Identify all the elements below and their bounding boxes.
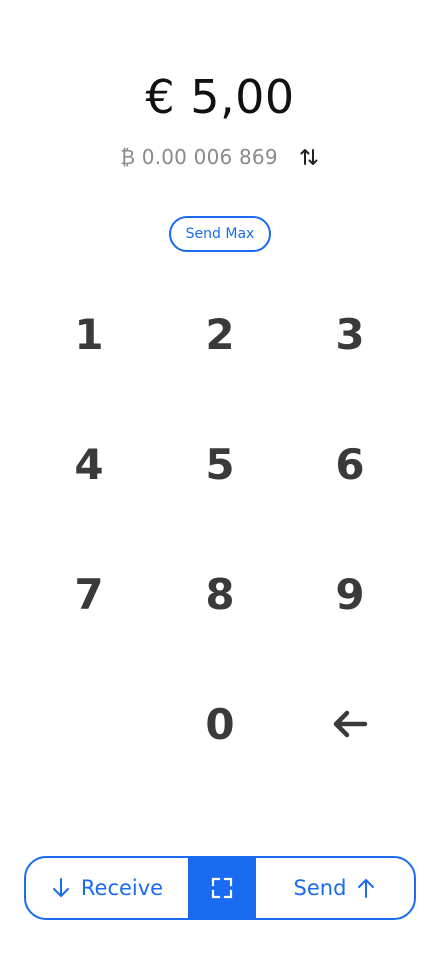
key-7[interactable]: 7 (29, 534, 149, 654)
btc-amount: ₿ 0.00 006 869 (120, 144, 278, 169)
send-max-button[interactable]: Send Max (169, 216, 271, 252)
key-2[interactable]: 2 (160, 274, 280, 394)
key-8[interactable]: 8 (160, 534, 280, 654)
key-3[interactable]: 3 (290, 274, 410, 394)
key-9[interactable]: 9 (290, 534, 410, 654)
scan-icon (211, 877, 233, 899)
key-5[interactable]: 5 (160, 404, 280, 524)
receive-label: Receive (80, 876, 164, 900)
arrow-up-icon (356, 877, 376, 899)
send-label: Send (293, 876, 347, 900)
scan-button[interactable] (188, 858, 256, 918)
key-6[interactable]: 6 (290, 404, 410, 524)
key-0[interactable]: 0 (160, 664, 280, 784)
swap-currency-icon[interactable] (298, 146, 320, 168)
arrow-down-icon (51, 877, 71, 899)
key-1[interactable]: 1 (29, 274, 149, 394)
key-4[interactable]: 4 (29, 404, 149, 524)
receive-button[interactable]: Receive (26, 858, 188, 918)
btc-amount-row: ₿ 0.00 006 869 (0, 142, 440, 172)
send-button[interactable]: Send (256, 858, 414, 918)
arrow-left-icon (332, 709, 368, 739)
bottom-action-bar: Receive Send (24, 856, 416, 920)
fiat-amount: € 5,00 (145, 70, 295, 124)
backspace-button[interactable] (290, 664, 410, 784)
